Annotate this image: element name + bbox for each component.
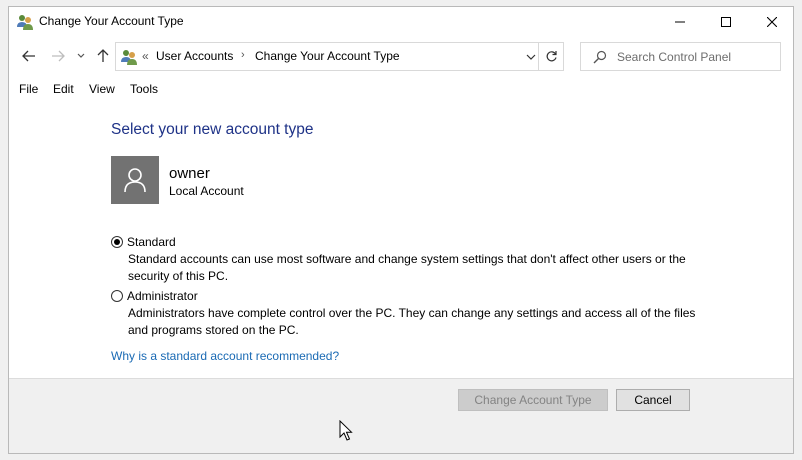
refresh-button[interactable] xyxy=(538,42,564,71)
minimize-icon xyxy=(675,21,685,23)
change-account-type-button[interactable]: Change Account Type xyxy=(458,389,608,411)
page-heading: Select your new account type xyxy=(111,121,314,138)
arrow-up-icon xyxy=(97,49,109,62)
maximize-icon xyxy=(721,17,731,27)
title-bar[interactable]: Change Your Account Type xyxy=(9,7,793,37)
arrow-right-icon xyxy=(52,50,65,62)
standard-radio[interactable] xyxy=(111,236,123,248)
control-panel-window: Change Your Account Type « User Accounts… xyxy=(8,6,794,454)
menu-edit[interactable]: Edit xyxy=(53,82,74,96)
user-icon xyxy=(124,168,146,193)
avatar xyxy=(111,156,159,204)
minimize-button[interactable] xyxy=(657,7,703,37)
search-box[interactable] xyxy=(580,42,781,71)
menu-tools[interactable]: Tools xyxy=(130,82,158,96)
navigation-bar: « User Accounts › Change Your Account Ty… xyxy=(9,38,793,74)
close-icon xyxy=(767,17,777,27)
user-accounts-icon xyxy=(121,50,137,65)
breadcrumb-overflow[interactable]: « xyxy=(142,49,149,63)
user-name: owner xyxy=(169,165,210,182)
mouse-cursor-icon xyxy=(339,420,353,441)
arrow-left-icon xyxy=(22,50,35,62)
chevron-down-icon xyxy=(77,53,85,58)
chevron-down-icon[interactable] xyxy=(525,51,537,63)
standard-description: Standard accounts can use most software … xyxy=(128,252,686,283)
back-button[interactable] xyxy=(19,46,39,66)
administrator-description: Administrators have complete control ove… xyxy=(128,306,696,337)
administrator-radio[interactable] xyxy=(111,290,123,302)
maximize-button[interactable] xyxy=(703,7,749,37)
user-account-type: Local Account xyxy=(169,184,244,198)
menu-file[interactable]: File xyxy=(19,82,38,96)
cancel-button[interactable]: Cancel xyxy=(616,389,690,411)
user-accounts-icon xyxy=(17,15,33,30)
recent-locations-button[interactable] xyxy=(75,46,87,66)
forward-button[interactable] xyxy=(48,46,68,66)
address-bar[interactable]: « User Accounts › Change Your Account Ty… xyxy=(115,42,542,71)
refresh-icon xyxy=(546,51,557,62)
search-input[interactable] xyxy=(617,46,775,67)
search-icon xyxy=(593,50,607,64)
up-button[interactable] xyxy=(93,46,113,66)
window-title: Change Your Account Type xyxy=(39,14,184,28)
breadcrumb-separator[interactable]: › xyxy=(241,49,245,61)
breadcrumb-user-accounts[interactable]: User Accounts xyxy=(156,49,233,63)
button-footer: Change Account Type Cancel xyxy=(9,379,793,453)
breadcrumb-change-account-type[interactable]: Change Your Account Type xyxy=(255,49,400,63)
standard-account-help-link[interactable]: Why is a standard account recommended? xyxy=(111,349,339,363)
close-button[interactable] xyxy=(749,7,793,37)
menu-bar: File Edit View Tools xyxy=(9,77,793,99)
standard-label[interactable]: Standard xyxy=(127,235,176,249)
menu-view[interactable]: View xyxy=(89,82,115,96)
administrator-label[interactable]: Administrator xyxy=(127,289,198,303)
